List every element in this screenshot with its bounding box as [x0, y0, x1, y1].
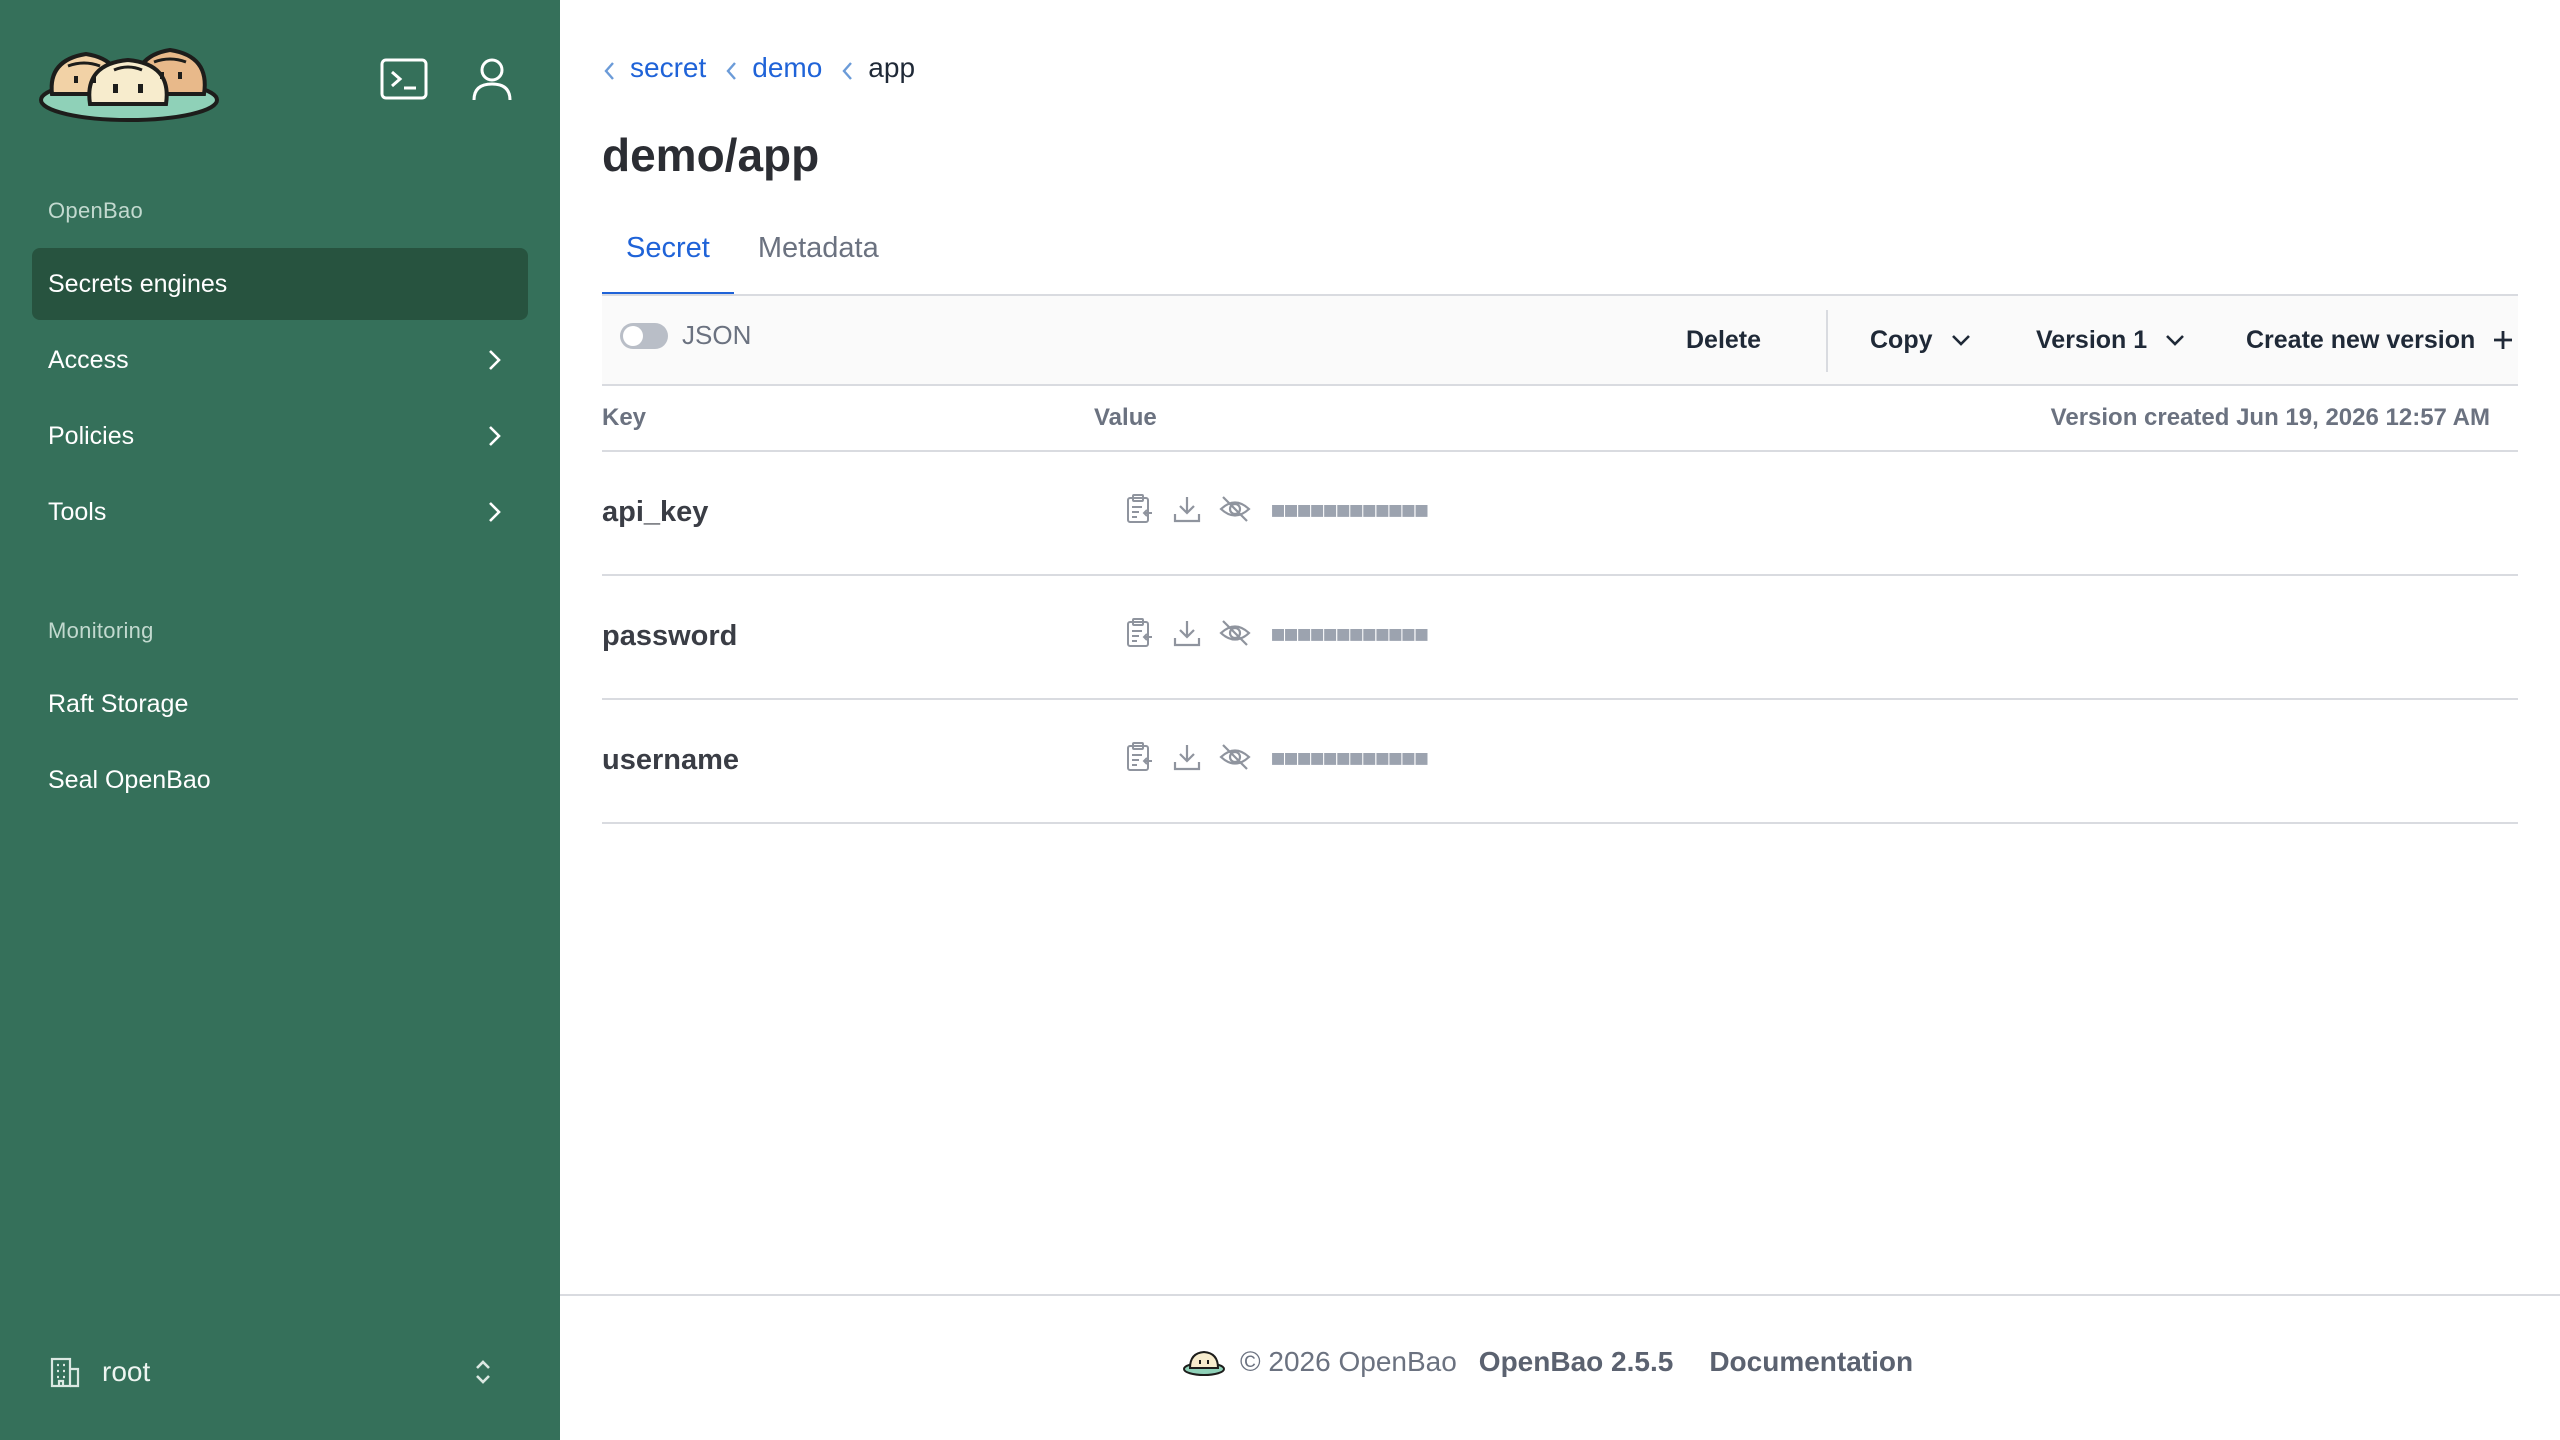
column-header-value: Value — [1094, 404, 1157, 431]
breadcrumb-item: secret — [602, 52, 706, 84]
chevron-left-icon — [602, 57, 616, 80]
clipboard-icon[interactable] — [1122, 492, 1156, 526]
create-new-version-button[interactable]: Create new version — [2246, 296, 2515, 384]
sidebar-item-label: Seal OpenBao — [48, 765, 211, 794]
chevron-left-icon — [724, 57, 738, 80]
chevron-down-icon — [1949, 328, 1973, 352]
sidebar-item-access[interactable]: Access — [32, 324, 528, 396]
breadcrumb-item: demo — [724, 52, 822, 84]
building-icon — [48, 1355, 82, 1389]
section-label-monitoring: Monitoring — [48, 618, 154, 643]
breadcrumb: secret demo app — [602, 48, 933, 88]
secret-toolbar: JSON Delete Copy Version 1 Create new ve… — [602, 294, 2518, 386]
secret-key: username — [602, 744, 740, 776]
masked-value: ■■■■■■■■■■■■ — [1272, 745, 1429, 769]
secret-key: password — [602, 620, 738, 652]
version-button-label: Version 1 — [2036, 325, 2148, 354]
chevron-left-icon — [840, 57, 854, 80]
version-created-text: Version created Jun 19, 2026 12:57 AM — [2050, 404, 2490, 431]
version-dropdown-button[interactable]: Version 1 — [2036, 296, 2187, 384]
footer: © 2026 OpenBao OpenBao 2.5.5 Documentati… — [560, 1294, 2560, 1440]
section-label-openbao: OpenBao — [48, 198, 144, 223]
table-row: username ■■■■■■■■■■■■ — [602, 700, 2518, 824]
eye-off-icon[interactable] — [1218, 616, 1252, 650]
namespace-label: root — [102, 1356, 151, 1387]
terminal-icon[interactable] — [378, 54, 430, 106]
chevron-down-icon — [2163, 328, 2187, 352]
plus-icon — [2491, 328, 2515, 352]
row-actions: ■■■■■■■■■■■■ — [1122, 740, 1429, 774]
sidebar-item-policies[interactable]: Policies — [32, 400, 528, 472]
delete-button[interactable]: Delete — [1686, 296, 1761, 384]
page-title: demo/app — [602, 129, 820, 181]
sidebar-item-tools[interactable]: Tools — [32, 476, 528, 548]
sidebar-item-label: Raft Storage — [48, 689, 189, 718]
sidebar: OpenBao Secrets engines Access Policies … — [0, 0, 560, 1440]
footer-documentation-link[interactable]: Documentation — [1709, 1346, 1913, 1378]
clipboard-icon[interactable] — [1122, 740, 1156, 774]
column-header-key: Key — [602, 404, 647, 431]
openbao-logo[interactable] — [38, 34, 220, 124]
namespace-switcher[interactable]: root — [48, 1348, 498, 1396]
json-toggle[interactable]: JSON — [620, 320, 751, 351]
footer-version-link[interactable]: OpenBao 2.5.5 — [1479, 1346, 1674, 1378]
chevron-right-icon — [482, 348, 506, 372]
secret-key: api_key — [602, 496, 709, 528]
tab-bar: Secret Metadata — [602, 222, 903, 296]
openbao-small-logo-icon — [1182, 1347, 1226, 1377]
sidebar-item-raft-storage[interactable]: Raft Storage — [32, 668, 528, 740]
download-icon[interactable] — [1170, 740, 1204, 774]
breadcrumb-current: app — [868, 52, 916, 83]
download-icon[interactable] — [1170, 492, 1204, 526]
copy-button-label: Copy — [1870, 325, 1933, 354]
json-toggle-label: JSON — [682, 320, 752, 350]
download-icon[interactable] — [1170, 616, 1204, 650]
toolbar-divider — [1826, 310, 1828, 372]
sidebar-item-label: Secrets engines — [48, 269, 228, 298]
breadcrumb-item: app — [840, 52, 915, 84]
masked-value: ■■■■■■■■■■■■ — [1272, 621, 1429, 645]
masked-value: ■■■■■■■■■■■■ — [1272, 497, 1429, 521]
toggle-switch[interactable] — [620, 322, 668, 349]
eye-off-icon[interactable] — [1218, 740, 1252, 774]
clipboard-icon[interactable] — [1122, 616, 1156, 650]
sidebar-item-label: Tools — [48, 497, 107, 526]
row-actions: ■■■■■■■■■■■■ — [1122, 492, 1429, 526]
delete-button-label: Delete — [1686, 325, 1762, 354]
sidebar-item-seal-openbao[interactable]: Seal OpenBao — [32, 744, 528, 816]
footer-content: © 2026 OpenBao OpenBao 2.5.5 Documentati… — [1182, 1346, 1913, 1378]
sidebar-item-secrets-engines[interactable]: Secrets engines — [32, 248, 528, 320]
sidebar-item-label: Access — [48, 345, 129, 374]
chevron-up-down-icon — [468, 1356, 498, 1388]
main-content: secret demo app demo/app Secret Metadata… — [560, 0, 2560, 1440]
footer-copyright: © 2026 OpenBao — [1240, 1346, 1457, 1377]
breadcrumb-link-secret[interactable]: secret — [630, 52, 706, 84]
breadcrumb-link-demo[interactable]: demo — [752, 52, 822, 84]
chevron-right-icon — [482, 500, 506, 524]
tab-secret[interactable]: Secret — [602, 222, 734, 296]
eye-off-icon[interactable] — [1218, 492, 1252, 526]
toggle-knob — [623, 325, 643, 346]
row-actions: ■■■■■■■■■■■■ — [1122, 616, 1429, 650]
create-version-label: Create new version — [2246, 325, 2476, 354]
copy-dropdown-button[interactable]: Copy — [1870, 296, 1973, 384]
table-header: Key Value Version created Jun 19, 2026 1… — [602, 386, 2518, 452]
table-row: password ■■■■■■■■■■■■ — [602, 576, 2518, 700]
table-row: api_key ■■■■■■■■■■■■ — [602, 452, 2518, 576]
user-icon[interactable] — [466, 54, 518, 106]
chevron-right-icon — [482, 424, 506, 448]
sidebar-item-label: Policies — [48, 421, 135, 450]
tab-metadata[interactable]: Metadata — [734, 222, 903, 296]
